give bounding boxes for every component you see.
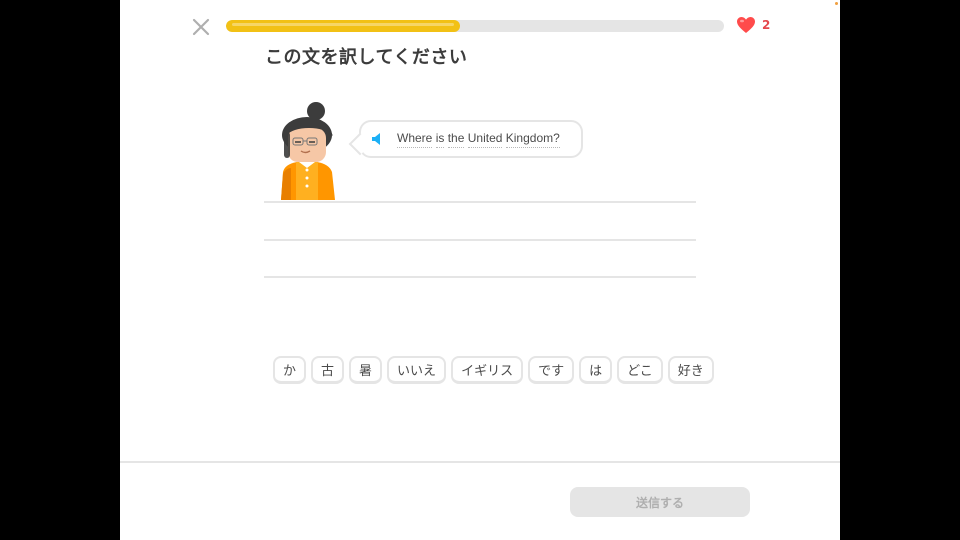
word-tile[interactable]: 古 xyxy=(311,356,345,384)
speaker-icon xyxy=(372,133,380,145)
word-tile[interactable]: です xyxy=(528,356,575,384)
prompt-word[interactable]: the xyxy=(447,131,465,148)
prompt-word[interactable]: Where xyxy=(397,131,433,148)
page-title: この文を訳してください xyxy=(265,47,468,68)
prompt-word[interactable]: United xyxy=(467,131,503,148)
hearts-count: 2 xyxy=(762,18,771,32)
footer-divider xyxy=(120,461,840,463)
word-tile[interactable]: どこ xyxy=(617,356,663,384)
status-dot xyxy=(835,2,838,5)
play-audio-button[interactable] xyxy=(370,131,386,147)
word-tile[interactable]: イギリス xyxy=(451,356,524,384)
word-tile[interactable]: いいえ xyxy=(387,356,447,384)
word-tile[interactable]: は xyxy=(579,356,613,384)
hearts-indicator[interactable]: 2 xyxy=(736,16,770,34)
word-tile[interactable]: 暑 xyxy=(349,356,383,384)
answer-line xyxy=(264,201,696,203)
lesson-screen: 2 この文を訳してください Where is the United Kingdo… xyxy=(120,0,840,540)
word-tile[interactable]: 好き xyxy=(667,356,714,384)
character-avatar xyxy=(277,100,355,202)
prompt-word[interactable]: is xyxy=(435,131,445,148)
heart-icon xyxy=(737,17,755,33)
progress-bar xyxy=(226,20,724,32)
submit-button[interactable]: 送信する xyxy=(570,487,750,517)
close-icon xyxy=(192,18,210,36)
word-tile[interactable]: か xyxy=(273,356,307,384)
progress-fill xyxy=(226,20,461,32)
prompt-word[interactable]: Kingdom? xyxy=(505,131,560,148)
answer-line xyxy=(264,239,696,241)
close-button[interactable] xyxy=(190,16,212,38)
word-bank: か 古 暑 いいえ イギリス です は どこ 好き xyxy=(273,356,714,384)
speech-bubble: Where is the United Kingdom? xyxy=(348,120,583,158)
prompt-sentence: Where is the United Kingdom? xyxy=(397,131,560,148)
answer-line xyxy=(264,276,696,278)
